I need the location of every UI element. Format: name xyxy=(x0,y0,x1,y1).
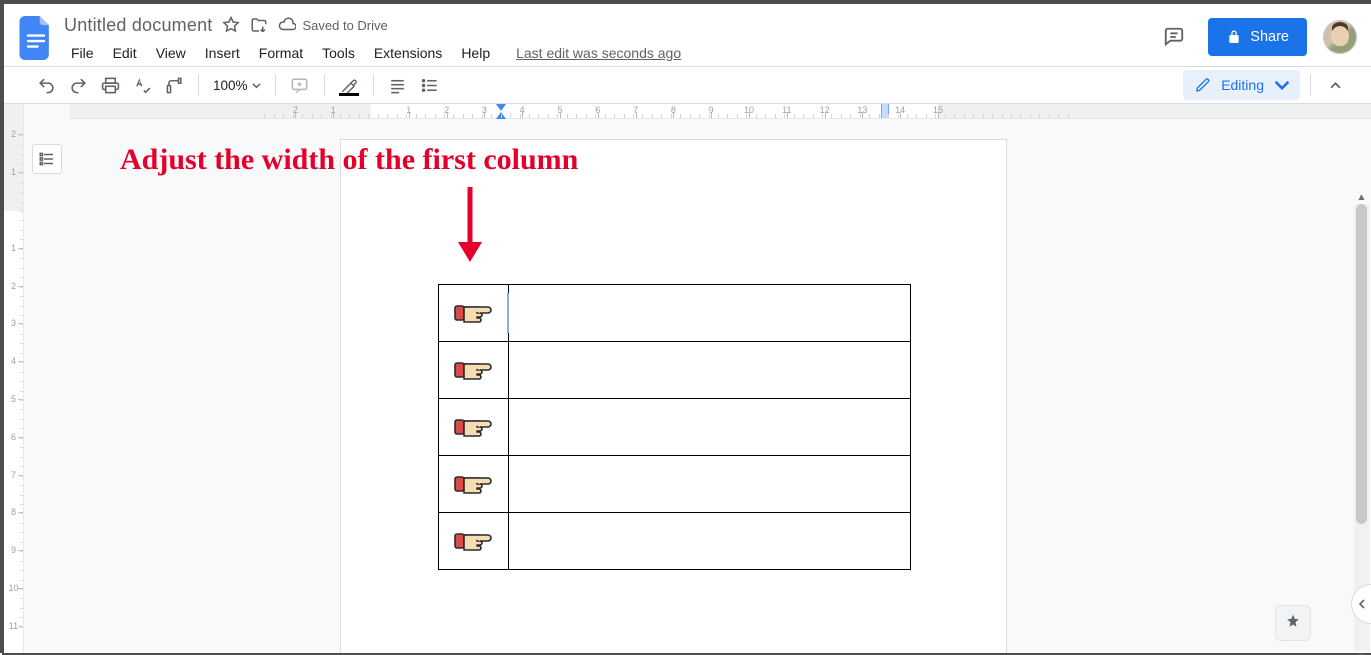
document-page[interactable] xyxy=(340,139,1007,653)
toolbar-separator xyxy=(373,74,374,96)
move-to-folder-icon[interactable] xyxy=(250,16,268,34)
lock-icon xyxy=(1226,29,1242,45)
pointing-right-icon xyxy=(454,412,494,442)
table-cell[interactable] xyxy=(509,342,911,399)
table-cell-icon[interactable] xyxy=(439,342,509,399)
ruler-tick: 11 xyxy=(4,621,23,631)
ruler-tick: 8 xyxy=(4,507,23,517)
table-cell[interactable] xyxy=(509,399,911,456)
ruler-tick: 7 xyxy=(4,470,23,480)
chevron-down-icon xyxy=(1274,77,1290,93)
print-button[interactable] xyxy=(96,71,124,99)
table-cell[interactable] xyxy=(509,513,911,570)
menu-extensions[interactable]: Extensions xyxy=(367,41,449,65)
scrollbar-thumb[interactable] xyxy=(1356,204,1367,524)
text-color-button[interactable] xyxy=(335,71,363,99)
vertical-ruler[interactable]: 211234567891011 xyxy=(4,104,24,653)
ruler-tick: 10 xyxy=(4,583,23,593)
first-line-indent-marker[interactable] xyxy=(496,104,506,111)
account-avatar[interactable] xyxy=(1323,20,1357,54)
menu-help[interactable]: Help xyxy=(454,41,497,65)
left-gutter xyxy=(24,104,70,653)
title-bar: Untitled document Saved to Drive File Ed… xyxy=(4,4,1371,66)
collapse-toolbar-button[interactable] xyxy=(1321,71,1349,99)
redo-button[interactable] xyxy=(64,71,92,99)
table-cell-icon[interactable] xyxy=(439,456,509,513)
ruler-tick: 1 xyxy=(4,167,23,177)
save-status[interactable]: Saved to Drive xyxy=(278,16,387,34)
table-cell-icon[interactable] xyxy=(439,399,509,456)
zoom-select[interactable]: 100% xyxy=(209,78,265,93)
ruler-tick: 9 xyxy=(4,545,23,555)
share-button[interactable]: Share xyxy=(1208,18,1307,56)
line-spacing-button[interactable] xyxy=(416,71,444,99)
pointing-right-icon xyxy=(454,355,494,385)
star-icon[interactable] xyxy=(222,16,240,34)
text-cursor xyxy=(507,293,509,333)
doc-meta: Untitled document Saved to Drive File Ed… xyxy=(64,12,1156,66)
explore-button[interactable] xyxy=(1275,605,1311,641)
ruler-tick: 2 xyxy=(4,281,23,291)
toolbar-separator xyxy=(1310,74,1311,96)
table-row[interactable] xyxy=(439,285,911,342)
table-row[interactable] xyxy=(439,342,911,399)
table-cell[interactable] xyxy=(509,456,911,513)
scroll-up-icon[interactable]: ▲ xyxy=(1354,190,1369,205)
table-row[interactable] xyxy=(439,513,911,570)
toolbar: 100% Editing xyxy=(4,66,1371,104)
share-label: Share xyxy=(1250,29,1289,45)
workspace: 211234567891011 21123456789101112131415 … xyxy=(4,104,1371,653)
paint-format-button[interactable] xyxy=(160,71,188,99)
menu-view[interactable]: View xyxy=(149,41,193,65)
table-row[interactable] xyxy=(439,456,911,513)
doc-title[interactable]: Untitled document xyxy=(64,15,212,36)
undo-button[interactable] xyxy=(32,71,60,99)
pointing-right-icon xyxy=(454,298,494,328)
pointing-right-icon xyxy=(454,526,494,556)
ruler-tick: 5 xyxy=(4,394,23,404)
ruler-tick: 6 xyxy=(4,432,23,442)
menu-file[interactable]: File xyxy=(64,41,101,65)
ruler-tick: 3 xyxy=(4,318,23,328)
table-cell-icon[interactable] xyxy=(439,513,509,570)
pencil-icon xyxy=(1195,77,1211,93)
menu-format[interactable]: Format xyxy=(252,41,310,65)
horizontal-ruler[interactable]: 21123456789101112131415 xyxy=(70,104,1371,119)
ruler-tick: 1 xyxy=(4,243,23,253)
toolbar-separator xyxy=(324,74,325,96)
table-cell-icon[interactable] xyxy=(439,285,509,342)
ruler-tick: 2 xyxy=(4,129,23,139)
menu-tools[interactable]: Tools xyxy=(315,41,362,65)
open-comments-button[interactable] xyxy=(1156,19,1192,55)
document-outline-button[interactable] xyxy=(32,144,62,174)
cloud-saved-icon xyxy=(278,16,296,34)
menu-bar: File Edit View Insert Format Tools Exten… xyxy=(64,40,1156,66)
menu-edit[interactable]: Edit xyxy=(106,41,144,65)
docs-logo-icon[interactable] xyxy=(18,14,54,62)
add-comment-button[interactable] xyxy=(286,71,314,99)
align-button[interactable] xyxy=(384,71,412,99)
table-row[interactable] xyxy=(439,399,911,456)
pointing-right-icon xyxy=(454,469,494,499)
toolbar-separator xyxy=(275,74,276,96)
last-edit-link[interactable]: Last edit was seconds ago xyxy=(516,45,681,61)
menu-insert[interactable]: Insert xyxy=(198,41,247,65)
chevron-down-icon xyxy=(252,81,261,90)
table-cell[interactable] xyxy=(509,285,911,342)
editing-mode-label: Editing xyxy=(1221,77,1264,93)
ruler-tick: 4 xyxy=(4,356,23,366)
editing-mode-select[interactable]: Editing xyxy=(1183,70,1300,100)
toolbar-separator xyxy=(198,74,199,96)
spellcheck-button[interactable] xyxy=(128,71,156,99)
document-viewport[interactable]: Adjust the width of the first column xyxy=(70,119,1371,653)
save-status-text: Saved to Drive xyxy=(302,18,387,33)
